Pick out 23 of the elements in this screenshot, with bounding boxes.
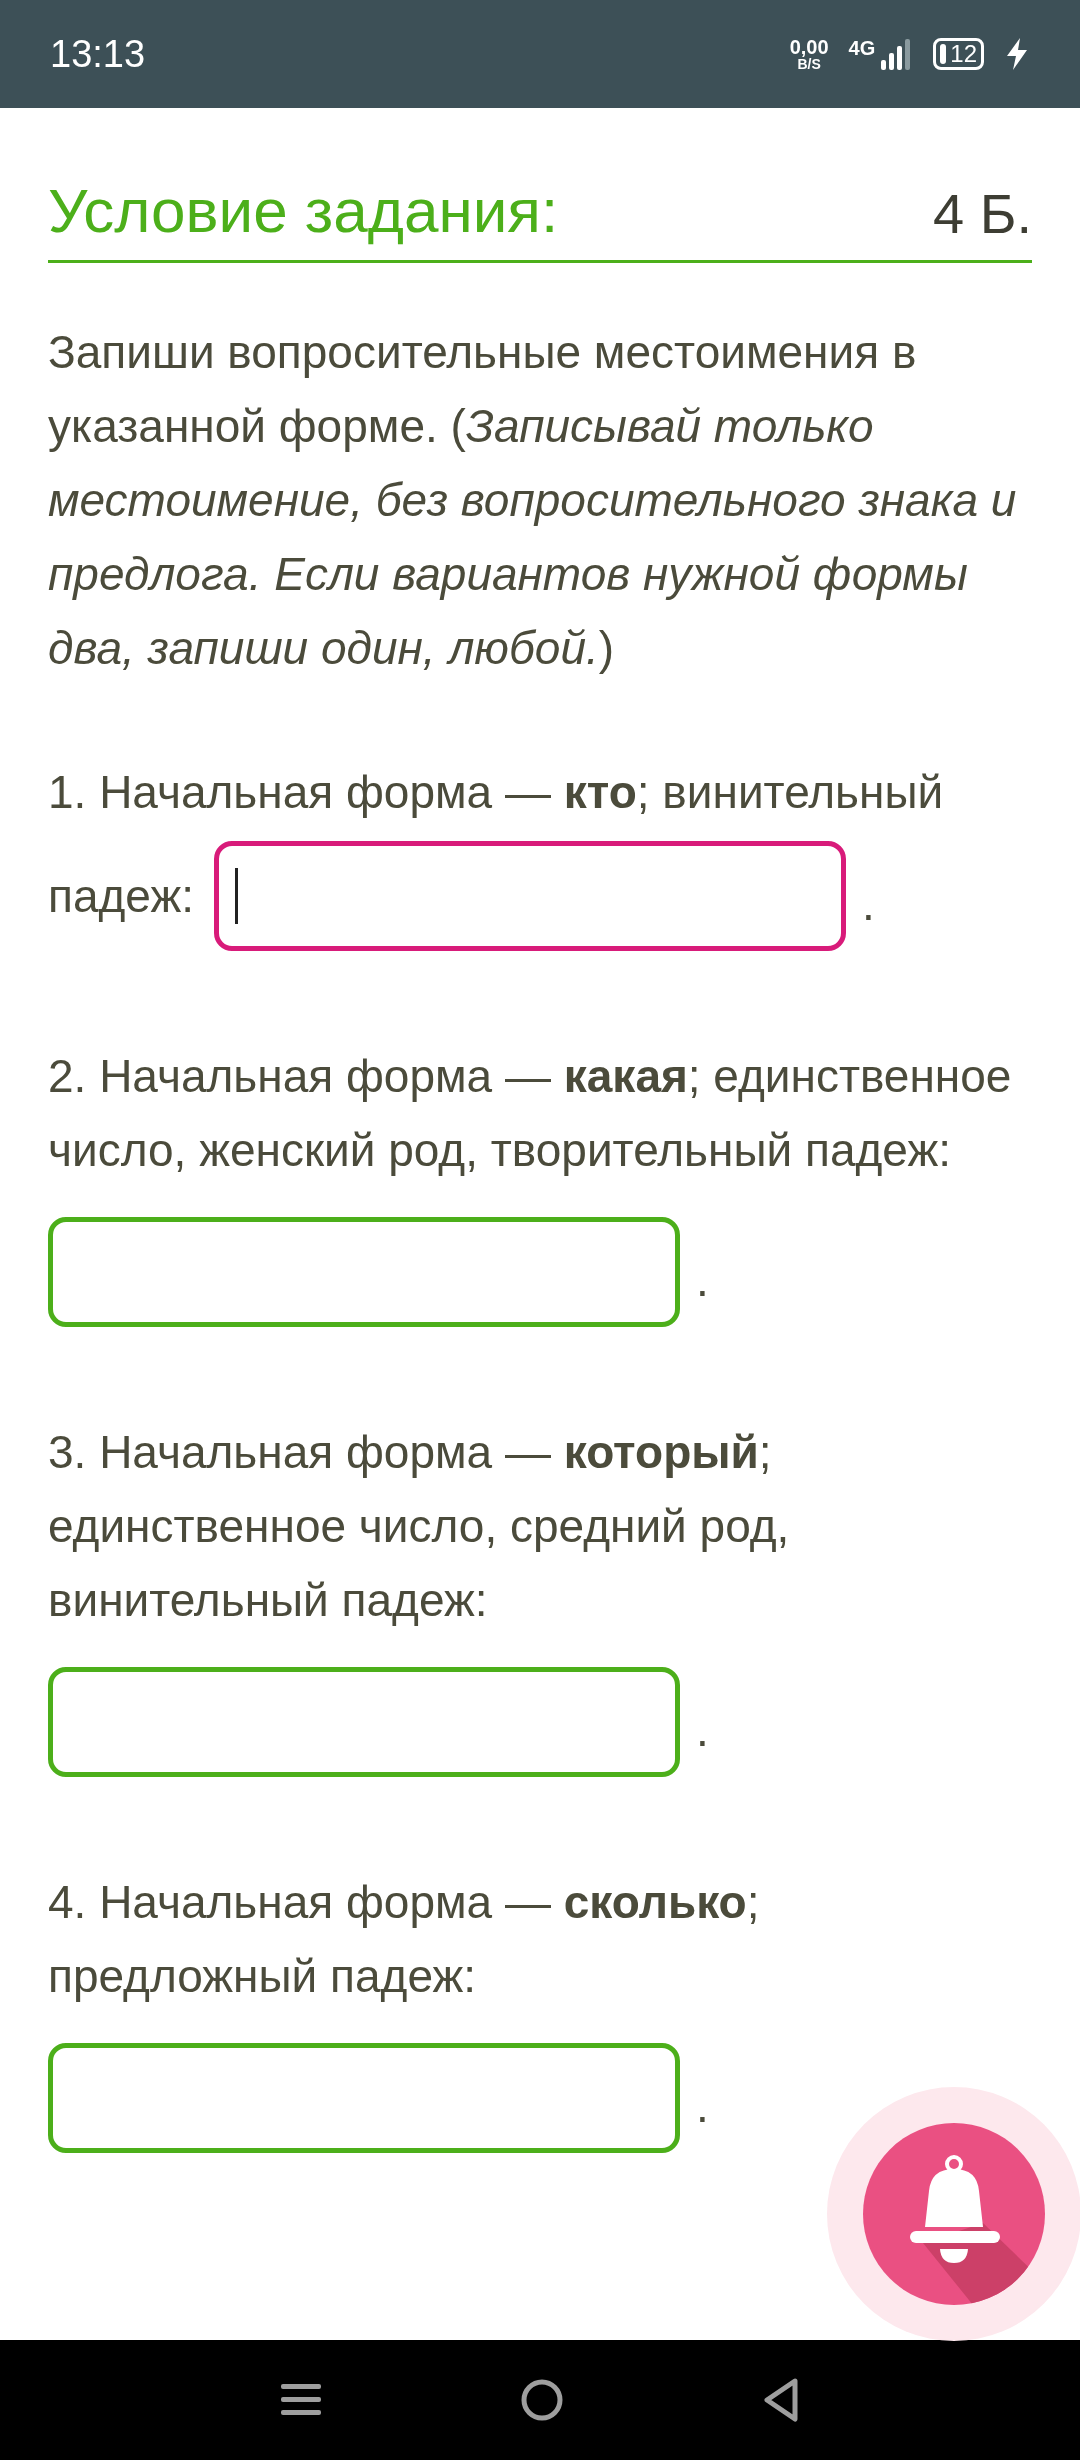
- battery-indicator: 12: [933, 38, 984, 70]
- trailing-dot: .: [696, 1702, 709, 1758]
- network-type: 4G: [848, 38, 876, 58]
- text-cursor: [234, 868, 238, 924]
- home-icon[interactable]: [520, 2378, 564, 2422]
- net-speed: 0,00: [789, 37, 829, 57]
- clock: 13:13: [50, 31, 146, 77]
- answer-field[interactable]: [48, 1217, 680, 1327]
- trailing-dot: .: [696, 2078, 709, 2134]
- bell-icon: [863, 2123, 1045, 2305]
- speed-unit: B/S: [797, 57, 821, 71]
- answer-field[interactable]: [48, 1667, 680, 1777]
- task-text: 1. Начальная форма — кто; винительный: [48, 765, 945, 820]
- trailing-dot: .: [861, 877, 875, 932]
- field-label: падеж:: [48, 869, 194, 924]
- task-text: 2. Начальная форма — какая; единственное число, женский род, творительный падеж:: [48, 1049, 1013, 1178]
- task-text: 3. Начальная форма — который; единственное число, средний род, винительный падеж:: [48, 1425, 791, 1628]
- instruction-text: Запиши вопросительные местоимения в указанной форме. (Записывай только местоимение, без вопросительного знака и предлога. Если вариантов нужной формы два, запиши один, любой.): [48, 325, 1018, 676]
- answer-field[interactable]: [48, 2043, 680, 2153]
- task-text: 4. Начальная форма — сколько; предложный падеж:: [48, 1875, 761, 2004]
- points-label: 4 Б.: [933, 186, 1032, 242]
- trailing-dot: .: [696, 1252, 709, 1308]
- answer-field[interactable]: [213, 841, 846, 951]
